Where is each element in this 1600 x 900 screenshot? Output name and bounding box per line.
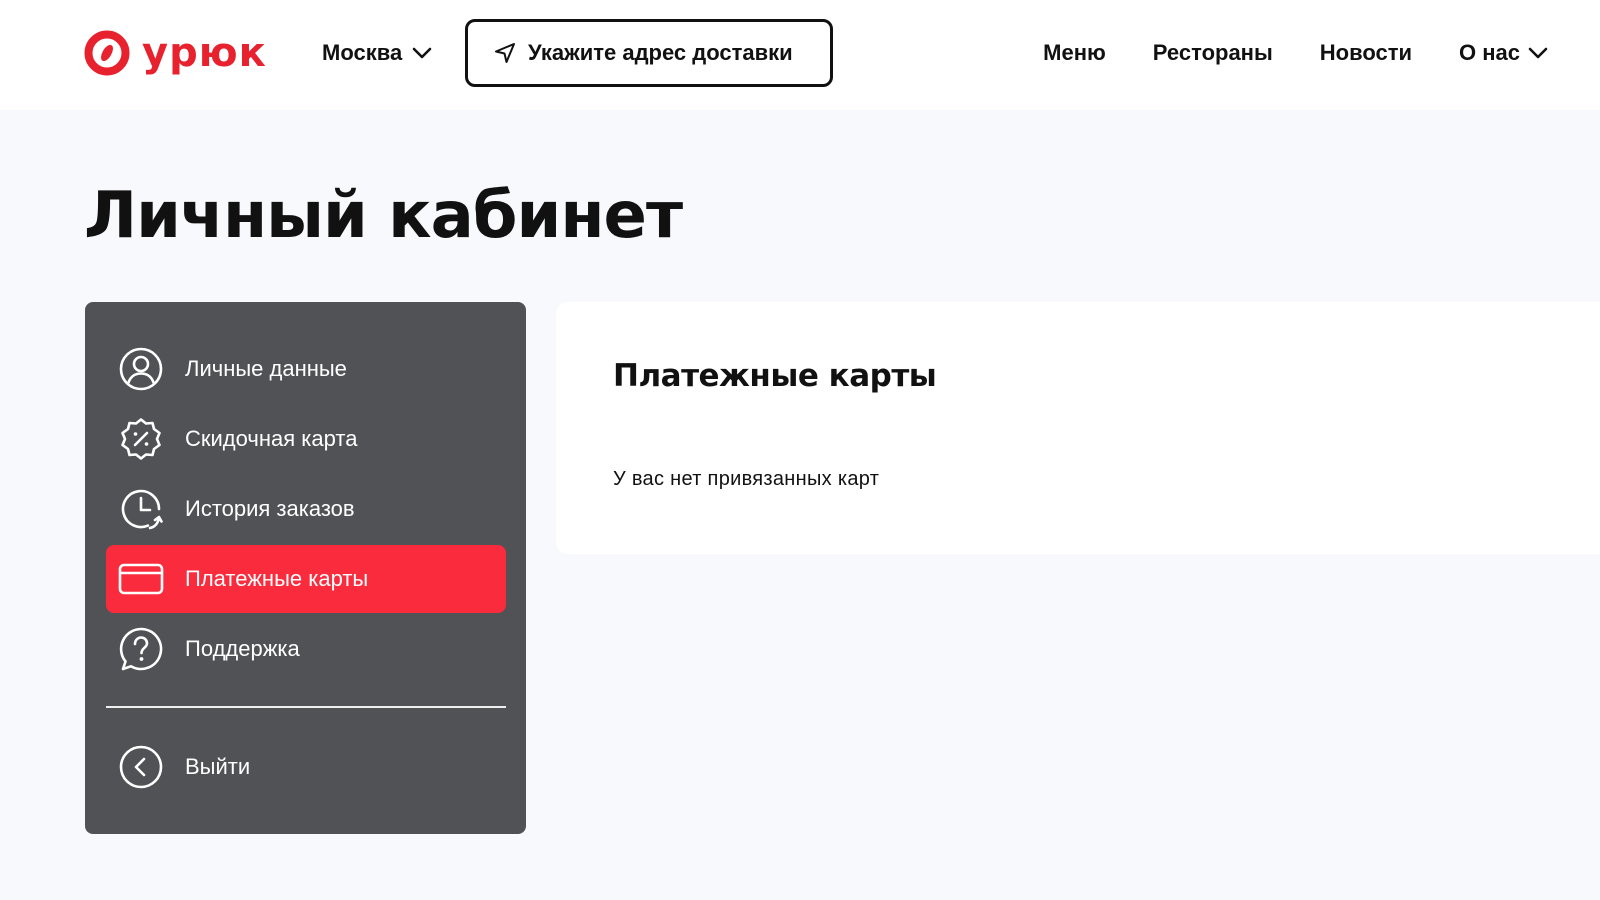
- nav-restaurants-label: Рестораны: [1152, 40, 1273, 65]
- section-title: Платежные карты: [613, 358, 937, 394]
- nav-restaurants[interactable]: Рестораны: [1153, 40, 1273, 66]
- nav-about[interactable]: О нас: [1459, 40, 1548, 66]
- logo-icon: [84, 30, 130, 76]
- nav-menu-label: Меню: [1043, 40, 1106, 65]
- sidebar-divider: [106, 706, 506, 708]
- navigation-arrow-icon: [495, 43, 515, 63]
- nav-menu[interactable]: Меню: [1043, 40, 1106, 66]
- nav-news-label: Новости: [1319, 40, 1413, 65]
- page-title: Личный кабинет: [84, 179, 683, 253]
- delivery-address-label: Укажите адрес доставки: [528, 40, 793, 65]
- credit-card-icon: [118, 556, 164, 602]
- site-header: урюк Москва Укажите адрес доставки Меню …: [0, 0, 1600, 110]
- question-bubble-icon: [118, 626, 164, 672]
- city-label: Москва: [322, 40, 403, 65]
- history-clock-icon: [118, 486, 164, 532]
- discount-badge-icon: [118, 416, 164, 462]
- main-nav: Меню Рестораны Новости О нас: [996, 38, 1548, 68]
- logout-button[interactable]: Выйти: [106, 733, 506, 801]
- sidebar-item-payment-cards[interactable]: Платежные карты: [106, 545, 506, 613]
- payment-cards-panel: Платежные карты У вас нет привязанных ка…: [556, 302, 1600, 554]
- sidebar-item-label: Личные данные: [185, 356, 347, 381]
- account-sidebar: Личные данные Скидочная карта История за…: [85, 302, 526, 834]
- sidebar-item-label: Платежные карты: [185, 566, 369, 591]
- back-arrow-circle-icon: [118, 744, 164, 790]
- logo-text: урюк: [142, 30, 267, 76]
- delivery-address-button[interactable]: Укажите адрес доставки: [465, 19, 833, 87]
- sidebar-item-label: Поддержка: [185, 636, 300, 661]
- city-selector[interactable]: Москва: [322, 38, 432, 68]
- logo[interactable]: урюк: [84, 30, 267, 76]
- sidebar-item-order-history[interactable]: История заказов: [106, 475, 506, 543]
- chevron-down-icon: [1528, 47, 1548, 59]
- chevron-down-icon: [412, 47, 432, 59]
- sidebar-item-support[interactable]: Поддержка: [106, 615, 506, 683]
- nav-news[interactable]: Новости: [1320, 40, 1412, 66]
- empty-state-text: У вас нет привязанных карт: [613, 468, 880, 490]
- nav-about-label: О нас: [1459, 40, 1520, 65]
- user-circle-icon: [118, 346, 164, 392]
- sidebar-item-discount-card[interactable]: Скидочная карта: [106, 405, 506, 473]
- logout-label: Выйти: [185, 754, 251, 779]
- sidebar-item-label: Скидочная карта: [185, 426, 358, 451]
- sidebar-item-personal-data[interactable]: Личные данные: [106, 335, 506, 403]
- sidebar-item-label: История заказов: [185, 496, 355, 521]
